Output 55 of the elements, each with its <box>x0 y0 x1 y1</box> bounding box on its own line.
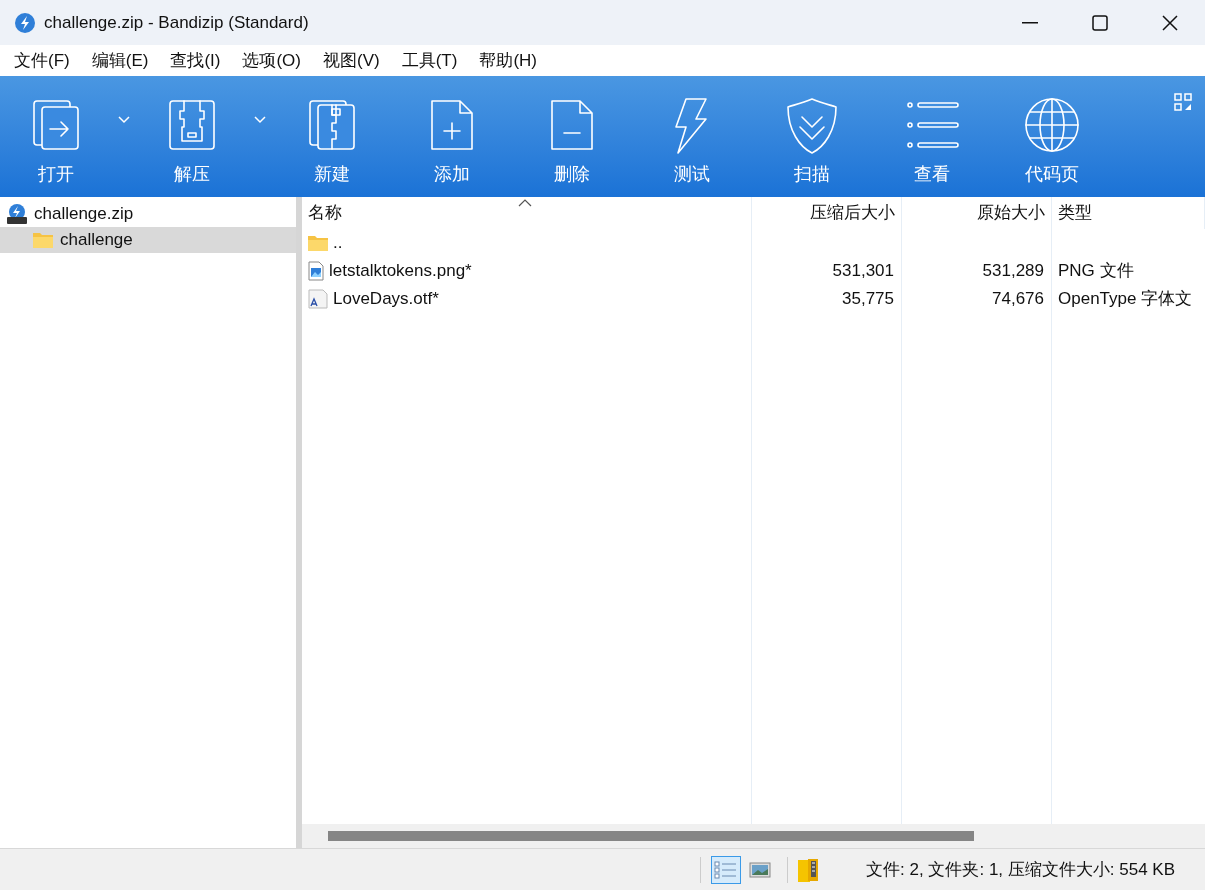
image-file-icon <box>307 261 325 281</box>
toolbar-button[interactable]: 测试 <box>632 76 752 197</box>
file-row[interactable]: LoveDays.otf* 35,775 74,676 OpenType 字体文 <box>302 285 1205 313</box>
file-row[interactable]: .. <box>302 229 1205 257</box>
column-header[interactable]: 压缩后大小 <box>752 197 902 229</box>
folder-icon <box>307 234 329 252</box>
toolbar-button[interactable]: 打开 <box>0 76 112 197</box>
menu-item[interactable]: 查找(I) <box>162 46 229 75</box>
column-header[interactable]: 原始大小 <box>902 197 1052 229</box>
status-text: 文件: 2, 文件夹: 1, 压缩文件大小: 554 KB <box>866 858 1175 881</box>
table-cell: 531,301 <box>832 261 894 281</box>
file-name: LoveDays.otf* <box>333 288 439 311</box>
folder-icon <box>32 231 54 249</box>
chevron-down-icon <box>118 116 130 124</box>
details-view-button[interactable] <box>711 855 742 884</box>
table-cell: PNG 文件 <box>1058 261 1134 281</box>
scrollbar-thumb[interactable] <box>328 831 974 841</box>
menu-item[interactable]: 选项(O) <box>234 46 309 75</box>
tree-item[interactable]: challenge.zip <box>0 201 296 227</box>
menu-item[interactable]: 文件(F) <box>6 46 78 75</box>
table-cell: OpenType 字体文 <box>1058 289 1193 309</box>
details-list-icon <box>714 859 739 880</box>
toolbar-button[interactable]: 删除 <box>512 76 632 197</box>
window-title: challenge.zip - Bandizip (Standard) <box>44 11 310 34</box>
column-header[interactable]: 类型 <box>1052 197 1205 229</box>
toolbar-button[interactable]: 添加 <box>392 76 512 197</box>
toolbar-button[interactable]: 查看 <box>872 76 992 197</box>
table-cell: 531,289 <box>982 261 1044 281</box>
font-file-icon <box>307 289 329 309</box>
globe-icon <box>1022 95 1082 155</box>
toolbar-button[interactable]: 扫描 <box>752 76 872 197</box>
file-name: .. <box>333 232 343 255</box>
maximize-icon <box>1092 14 1108 31</box>
picture-icon <box>749 861 772 878</box>
toolbar-button[interactable]: 代码页 <box>992 76 1112 197</box>
table-cell: 35,775 <box>842 289 894 309</box>
layout-grid-icon[interactable] <box>1173 92 1193 112</box>
table-cell: 74,676 <box>992 289 1044 309</box>
minimize-icon <box>1022 21 1038 24</box>
close-icon <box>1162 14 1178 31</box>
menu-item[interactable]: 视图(V) <box>315 46 388 75</box>
menu-item[interactable]: 编辑(E) <box>83 46 157 75</box>
column-header[interactable]: 名称 <box>302 197 752 229</box>
zip-archive-icon <box>6 203 28 225</box>
file-name: letstalktokens.png* <box>329 260 472 283</box>
horizontal-scrollbar[interactable] <box>302 824 1205 848</box>
app-logo-icon <box>14 11 36 34</box>
toolbar-button[interactable]: 新建 <box>272 76 392 197</box>
tree-item[interactable]: challenge <box>0 227 296 253</box>
menu-item[interactable]: 帮助(H) <box>471 46 545 75</box>
toolbar-button[interactable]: 解压 <box>136 76 248 197</box>
sort-ascending-icon <box>518 199 532 207</box>
file-row[interactable]: letstalktokens.png* 531,301 531,289 PNG 文件 <box>302 257 1205 285</box>
chevron-down-icon <box>254 116 266 124</box>
menu-item[interactable]: 工具(T) <box>393 46 466 75</box>
